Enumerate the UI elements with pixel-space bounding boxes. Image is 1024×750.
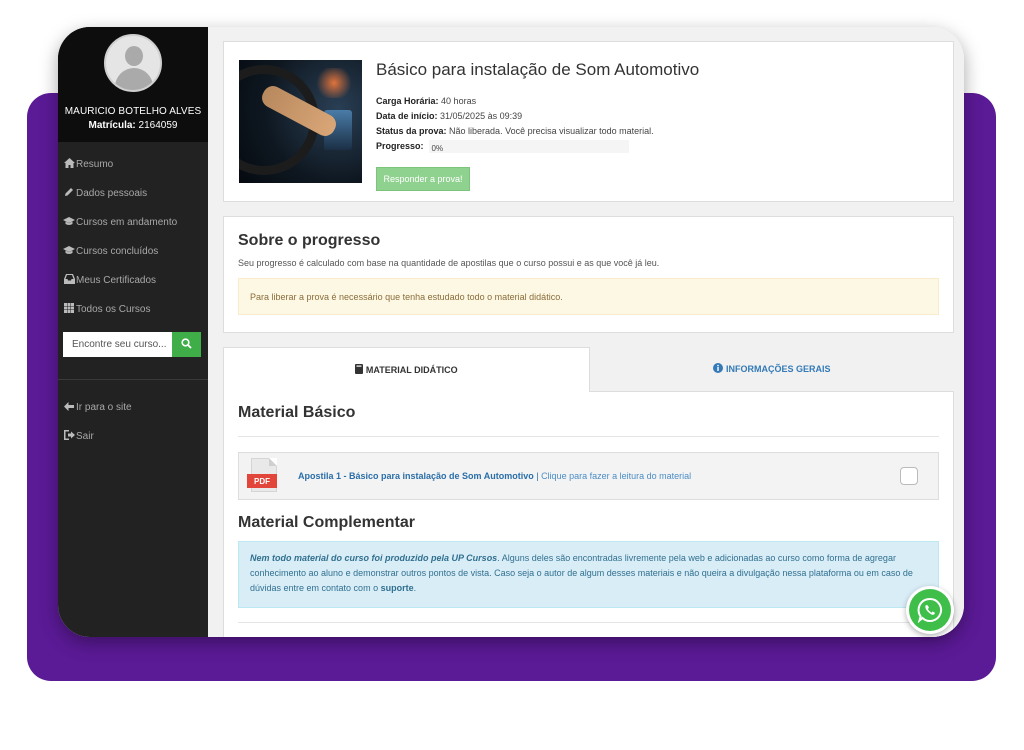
data-inicio: Data de início: 31/05/2025 às 09:39 [376,111,523,121]
sidebar-item-dados-pessoais[interactable]: Dados pessoais [58,179,208,208]
sidebar-item-label: Cursos em andamento [76,217,178,228]
support-link[interactable]: suporte [381,583,414,593]
sidebar-item-label: Meus Certificados [76,275,157,286]
divider [238,436,939,437]
tab-label: INFORMAÇÕES GERAIS [725,364,831,374]
progress-row: Progresso: 0% [376,139,699,154]
search-button[interactable] [172,332,201,357]
progress-text: 0% [431,144,444,153]
sidebar-item-label: Sair [76,431,94,442]
info-circle-icon [712,363,723,375]
stage: MAURICIO BOTELHO ALVES Matrícula: 216405… [0,0,1024,750]
course-info: Básico para instalação de Som Automotivo… [376,60,700,191]
search-input[interactable] [63,332,172,357]
pdf-icon: PDF [247,458,279,494]
material-basico-title: Material Básico [238,404,356,421]
grid-icon [63,303,75,316]
course-meta: Carga Horária: 40 horas Data de início: … [376,94,699,154]
profile-card: MAURICIO BOTELHO ALVES Matrícula: 216405… [58,27,208,142]
material-item-subtitle: Clique para fazer a leitura do material [541,471,692,481]
graduation-cap-icon [63,216,75,229]
matricula-value: 2164059 [138,120,178,131]
home-icon [63,158,75,171]
info-bold: Nem todo material do curso foi produzido… [250,553,498,563]
material-link[interactable]: Apostila 1 - Básico para instalação de S… [298,471,691,481]
sidebar-item-label: Resumo [76,159,114,170]
tab-label: MATERIAL DIDÁTICO [365,365,458,375]
sidebar-secondary-nav: Ir para o site Sair [58,380,208,451]
tabs: MATERIAL DIDÁTICO INFORMAÇÕES GERAIS [223,347,954,392]
course-search [63,332,201,357]
info-alert: Nem todo material do curso foi produzido… [238,541,939,608]
divider [238,622,939,623]
sidebar-item-cursos-concluidos[interactable]: Cursos concluídos [58,237,208,266]
whatsapp-button[interactable] [906,586,954,634]
sidebar-item-label: Dados pessoais [76,188,148,199]
sidebar-item-ir-site[interactable]: Ir para o site [58,393,208,422]
tab-informacoes-gerais[interactable]: INFORMAÇÕES GERAIS [589,347,954,392]
progress-info-panel: Sobre o progresso Seu progresso é calcul… [223,216,954,333]
material-complementar-title: Material Complementar [238,514,415,531]
about-title: Sobre o progresso [238,232,381,249]
read-checkbox[interactable] [900,467,918,485]
sidebar-item-label: Todos os Cursos [76,304,151,315]
progress-label: Progresso: [376,141,424,151]
pencil-icon [63,187,75,200]
tab-content: Material Básico PDF Apostila 1 - Básico … [223,392,954,637]
answer-exam-button[interactable]: Responder a prova! [376,167,470,191]
sidebar-item-label: Ir para o site [76,402,132,413]
user-name: MAURICIO BOTELHO ALVES [64,106,202,117]
warning-alert: Para liberar a prova é necessário que te… [238,278,939,315]
material-item[interactable]: PDF Apostila 1 - Básico para instalação … [238,452,939,500]
progress-bar: 0% [428,140,629,153]
user-matricula: Matrícula: 2164059 [58,120,208,131]
about-text: Seu progresso é calculado com base na qu… [238,258,660,268]
course-card: Básico para instalação de Som Automotivo… [223,41,954,202]
status-prova: Status da prova: Não liberada. Você prec… [376,126,654,136]
whatsapp-icon [909,589,951,631]
sidebar-item-todos-cursos[interactable]: Todos os Cursos [58,295,208,324]
sign-out-icon [63,430,75,443]
sidebar-item-sair[interactable]: Sair [58,422,208,451]
sidebar-item-cursos-andamento[interactable]: Cursos em andamento [58,208,208,237]
app-window: MAURICIO BOTELHO ALVES Matrícula: 216405… [58,27,964,637]
sidebar-item-label: Cursos concluídos [76,246,159,257]
course-title: Básico para instalação de Som Automotivo [376,60,700,79]
sidebar-item-resumo[interactable]: Resumo [58,150,208,179]
main-content: Básico para instalação de Som Automotivo… [208,27,964,637]
inbox-icon [63,274,75,287]
sidebar: MAURICIO BOTELHO ALVES Matrícula: 216405… [58,27,208,637]
course-thumbnail [239,60,362,183]
graduation-cap-icon [63,245,75,258]
arrow-left-icon [63,401,75,414]
carga-horaria: Carga Horária: 40 horas [376,96,477,106]
matricula-label: Matrícula: [88,120,136,131]
sidebar-nav: Resumo Dados pessoais Cursos em andament… [58,142,208,324]
avatar [104,34,162,92]
tab-material-didatico[interactable]: MATERIAL DIDÁTICO [223,347,590,392]
material-item-title: Apostila 1 - Básico para instalação de S… [298,471,534,481]
book-icon [354,364,363,376]
sidebar-item-certificados[interactable]: Meus Certificados [58,266,208,295]
search-icon [181,336,192,354]
